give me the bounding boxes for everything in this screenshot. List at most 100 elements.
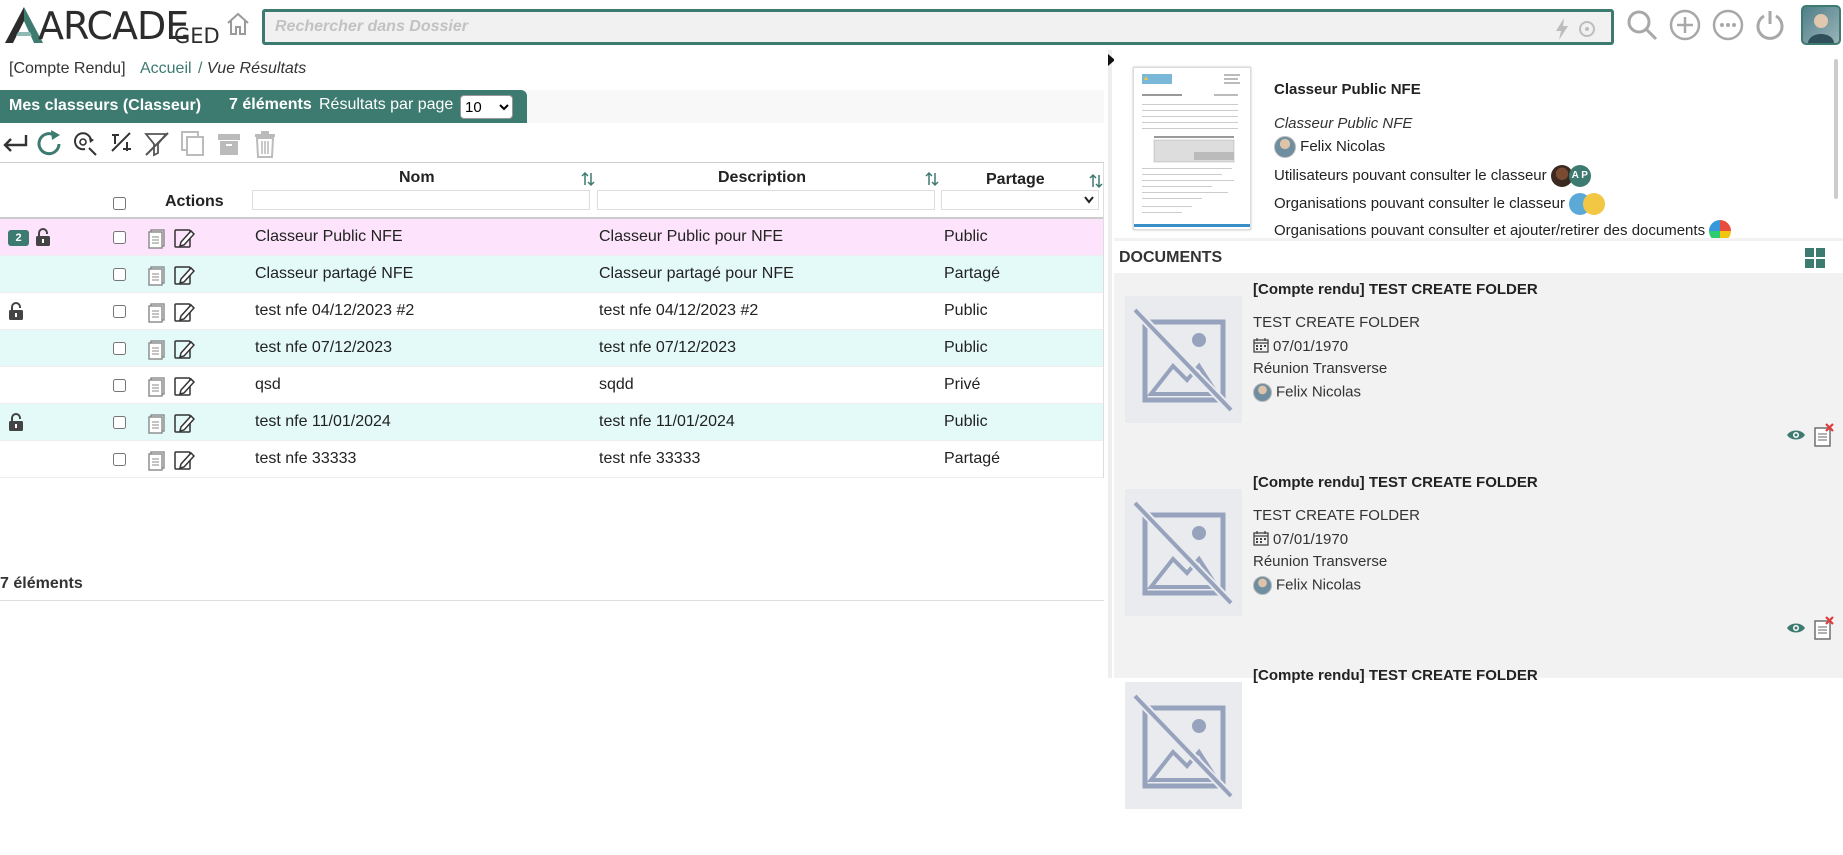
table-row[interactable]: test nfe 33333 test nfe 33333 Partagé — [0, 441, 1103, 478]
refresh-icon[interactable] — [34, 129, 64, 159]
filter-off-icon[interactable] — [142, 129, 172, 159]
row-checkbox[interactable] — [113, 305, 126, 318]
comment-count-badge[interactable]: 2 — [8, 230, 29, 246]
refresh-search-icon[interactable] — [1576, 18, 1598, 40]
row-checkbox[interactable] — [113, 453, 126, 466]
archive-icon[interactable] — [214, 129, 244, 159]
row-checkbox[interactable] — [113, 268, 126, 281]
edit-icon[interactable] — [173, 412, 196, 434]
sort-name-icon[interactable] — [581, 171, 595, 187]
open-document-icon[interactable] — [147, 227, 169, 249]
edit-icon[interactable] — [173, 264, 196, 286]
table-row[interactable]: test nfe 07/12/2023 test nfe 07/12/2023 Pu… — [0, 330, 1103, 367]
filter-sharing-select[interactable] — [941, 190, 1099, 210]
per-page-select[interactable]: 10 — [460, 95, 513, 119]
search-input[interactable] — [273, 15, 1533, 39]
table-row[interactable]: qsd sqdd Privé — [0, 367, 1103, 404]
owner-avatar — [1274, 136, 1296, 158]
user-avatar-icon — [1808, 14, 1834, 43]
edit-icon[interactable] — [173, 301, 196, 323]
document-date-value: 07/01/1970 — [1273, 338, 1349, 355]
search-icon[interactable] — [1625, 8, 1659, 42]
viewer-users: Utilisateurs pouvant consulter le classe… — [1274, 165, 1591, 187]
row-checkbox[interactable] — [113, 231, 126, 244]
search-refresh-icon[interactable] — [70, 129, 100, 159]
open-document-icon[interactable] — [147, 301, 169, 323]
viewer-orgs-label: Organisations pouvant consulter le class… — [1274, 194, 1565, 212]
document-title[interactable]: [Compte rendu] TEST CREATE FOLDER — [1253, 667, 1538, 684]
remove-document-icon[interactable] — [1813, 616, 1835, 645]
no-image-icon[interactable] — [1125, 489, 1242, 616]
trash-icon[interactable] — [250, 129, 280, 159]
home-icon[interactable] — [224, 10, 252, 38]
cell-description: Classeur Public pour NFE — [599, 228, 784, 245]
copy-icon[interactable] — [178, 129, 208, 159]
remove-document-icon[interactable] — [1813, 423, 1835, 452]
sort-description-icon[interactable] — [925, 171, 939, 187]
cell-description: test nfe 07/12/2023 — [599, 339, 736, 356]
breadcrumb-home-link[interactable]: Accueil — [140, 60, 192, 77]
folder-thumbnail[interactable] — [1133, 67, 1251, 230]
document-title[interactable]: [Compte rendu] TEST CREATE FOLDER — [1253, 281, 1538, 298]
cell-name[interactable]: test nfe 11/01/2024 — [255, 413, 391, 431]
editor-org-avatar[interactable] — [1709, 220, 1732, 238]
open-document-icon[interactable] — [147, 338, 169, 360]
breadcrumb-current: Vue Résultats — [206, 60, 307, 77]
open-document-icon[interactable] — [147, 264, 169, 286]
no-image-icon[interactable] — [1125, 296, 1242, 423]
document-card[interactable]: [Compte rendu] TEST CREATE FOLDER TEST CR… — [1114, 276, 1843, 469]
table-row[interactable]: test nfe 11/01/2024 test nfe 11/01/2024 Pu… — [0, 404, 1103, 441]
open-document-icon[interactable] — [147, 449, 169, 471]
open-document-icon[interactable] — [147, 412, 169, 434]
pane-splitter[interactable] — [1108, 50, 1112, 678]
document-title[interactable]: [Compte rendu] TEST CREATE FOLDER — [1253, 474, 1538, 491]
table-row[interactable]: Classeur partagé NFE Classeur partagé pou… — [0, 256, 1103, 293]
viewer-org-avatar-2[interactable] — [1583, 193, 1606, 215]
edit-icon[interactable] — [173, 338, 196, 360]
cell-name[interactable]: test nfe 04/12/2023 #2 — [255, 302, 414, 320]
column-sharing[interactable]: Partage — [986, 171, 1045, 189]
view-icon[interactable] — [1786, 428, 1806, 447]
cell-name[interactable]: test nfe 07/12/2023 — [255, 339, 392, 357]
info-scrollbar[interactable] — [1834, 59, 1838, 199]
back-icon[interactable] — [0, 129, 30, 159]
no-image-icon[interactable] — [1125, 682, 1242, 809]
cell-name[interactable]: Classeur partagé NFE — [255, 265, 413, 283]
document-name: TEST CREATE FOLDER — [1253, 507, 1420, 524]
more-icon[interactable] — [1711, 8, 1745, 42]
edit-icon[interactable] — [173, 375, 196, 397]
grid-view-icon[interactable] — [1805, 248, 1825, 268]
view-icon[interactable] — [1786, 621, 1806, 640]
unlink-icon[interactable] — [106, 129, 136, 159]
add-icon[interactable] — [1668, 8, 1702, 42]
column-description[interactable]: Description — [718, 169, 806, 187]
calendar-icon — [1253, 530, 1269, 550]
power-icon[interactable] — [1753, 8, 1787, 42]
filter-description-input[interactable] — [597, 190, 935, 210]
row-checkbox[interactable] — [113, 379, 126, 392]
open-document-icon[interactable] — [147, 375, 169, 397]
viewer-user-initials[interactable]: A P — [1568, 165, 1591, 187]
bolt-icon[interactable] — [1555, 18, 1569, 40]
table-row[interactable]: test nfe 04/12/2023 #2 test nfe 04/12/202… — [0, 293, 1103, 330]
cell-name[interactable]: qsd — [255, 376, 281, 394]
column-name[interactable]: Nom — [399, 169, 435, 187]
row-checkbox[interactable] — [113, 416, 126, 429]
document-card[interactable]: [Compte rendu] TEST CREATE FOLDER — [1114, 662, 1843, 855]
document-name: TEST CREATE FOLDER — [1253, 314, 1420, 331]
table-row[interactable]: 2 Classeur Public NFE Classeur Public pour… — [0, 219, 1103, 256]
lock-icon — [6, 301, 26, 326]
cell-sharing: Privé — [944, 376, 981, 393]
sort-sharing-icon[interactable] — [1089, 173, 1103, 189]
cell-name[interactable]: test nfe 33333 — [255, 450, 356, 468]
user-avatar[interactable] — [1801, 5, 1841, 45]
filter-name-input[interactable] — [252, 190, 590, 210]
row-checkbox[interactable] — [113, 342, 126, 355]
breadcrumb-context: [Compte Rendu] — [9, 60, 126, 77]
edit-icon[interactable] — [173, 449, 196, 471]
select-all-checkbox[interactable] — [113, 197, 126, 210]
edit-icon[interactable] — [173, 227, 196, 249]
cell-name[interactable]: Classeur Public NFE — [255, 228, 403, 246]
app-logo[interactable]: ARCADE GED — [4, 4, 220, 48]
document-card[interactable]: [Compte rendu] TEST CREATE FOLDER TEST CR… — [1114, 469, 1843, 662]
